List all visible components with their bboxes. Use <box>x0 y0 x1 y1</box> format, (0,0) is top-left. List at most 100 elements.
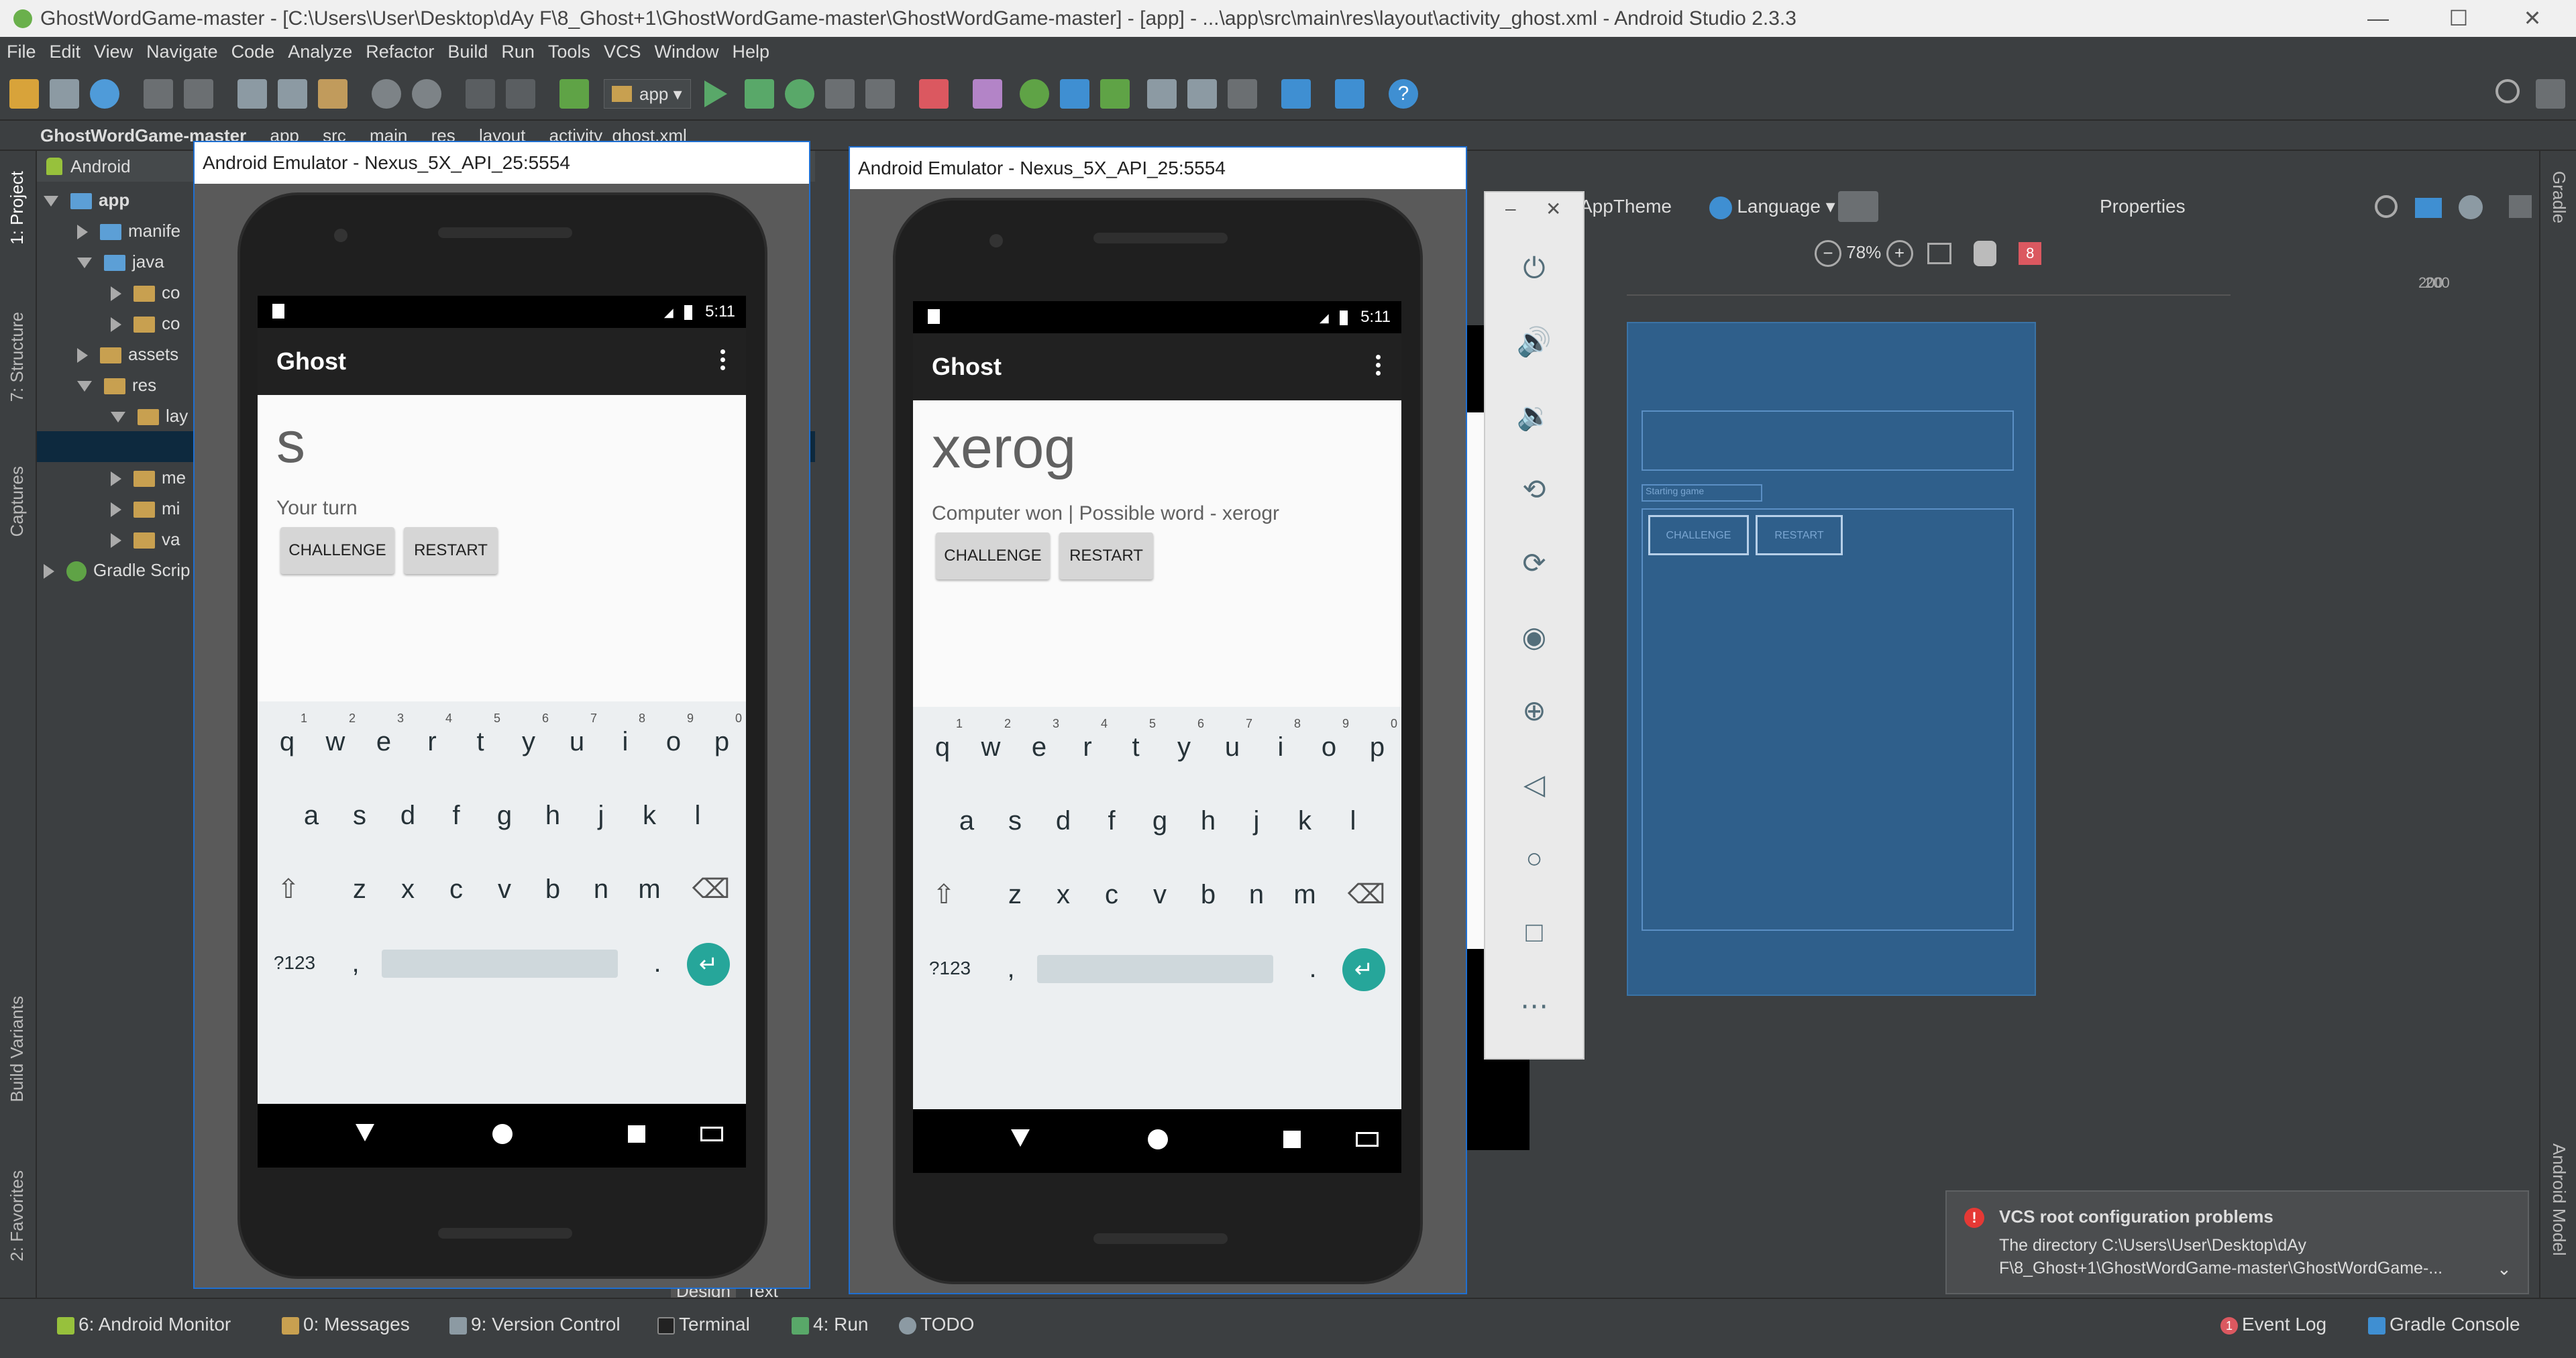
key-a[interactable]: a <box>287 782 335 849</box>
key-b[interactable]: b <box>1184 861 1232 928</box>
key-h[interactable]: h <box>1184 787 1232 854</box>
replace-icon[interactable] <box>412 79 441 109</box>
space-key[interactable] <box>1037 955 1273 983</box>
key-e[interactable]: e3 <box>360 708 408 775</box>
key-q[interactable]: q1 <box>263 708 311 775</box>
vcs-commit-icon[interactable] <box>1100 79 1130 109</box>
tree-node[interactable]: java <box>77 246 164 277</box>
tab-messages[interactable]: 0: Messages <box>282 1314 410 1335</box>
volume-up-icon[interactable]: 🔊 <box>1515 323 1553 361</box>
save-icon[interactable] <box>50 79 79 109</box>
key-w[interactable]: w2 <box>311 708 360 775</box>
tree-node[interactable]: Gradle Scrip <box>44 555 191 585</box>
pan-hand-icon[interactable] <box>1973 241 1996 267</box>
restart-button[interactable]: RESTART <box>1059 532 1153 579</box>
tree-node[interactable]: manife <box>77 215 180 246</box>
key-j[interactable]: j <box>1232 787 1281 854</box>
shift-key[interactable]: ⇧ <box>264 856 313 923</box>
device-orientation-icon[interactable] <box>1838 191 1878 222</box>
comma-key[interactable]: , <box>331 929 380 997</box>
attach-debugger-icon[interactable] <box>865 79 895 109</box>
menu-item[interactable]: View <box>87 37 140 67</box>
profile-icon[interactable] <box>825 79 855 109</box>
redo-icon[interactable] <box>184 79 213 109</box>
key-c[interactable]: c <box>1087 861 1136 928</box>
key-o[interactable]: o9 <box>1305 714 1353 781</box>
vcs-revert-icon[interactable] <box>1228 79 1257 109</box>
key-i[interactable]: i8 <box>1256 714 1305 781</box>
enter-key[interactable]: ↵ <box>687 943 730 986</box>
key-r[interactable]: r4 <box>1063 714 1112 781</box>
debug-icon[interactable] <box>785 79 814 109</box>
forward-icon[interactable] <box>506 79 535 109</box>
instant-run-icon[interactable] <box>745 79 774 109</box>
search-everywhere-icon[interactable] <box>2496 79 2520 103</box>
zoom-fit-icon[interactable] <box>1927 243 1951 265</box>
period-key[interactable]: . <box>633 929 682 997</box>
properties-search-icon[interactable] <box>2375 195 2398 218</box>
cut-icon[interactable] <box>237 79 267 109</box>
menu-item[interactable]: Refactor <box>359 37 441 67</box>
back-icon[interactable]: ◁ <box>1515 766 1553 803</box>
toolbar-overflow-icon[interactable] <box>2536 79 2565 109</box>
vcs-compare-icon[interactable] <box>1187 79 1217 109</box>
key-p[interactable]: p0 <box>698 708 746 775</box>
blueprint-status[interactable]: Starting game <box>1642 484 1762 502</box>
tab-gradle[interactable]: Gradle <box>2548 171 2569 223</box>
key-d[interactable]: d <box>384 782 432 849</box>
zoom-icon[interactable]: ⊕ <box>1515 692 1553 730</box>
key-v[interactable]: v <box>480 856 529 923</box>
tab-event-log[interactable]: 1 Event Log <box>2220 1314 2326 1335</box>
tab-build-variants[interactable]: Build Variants <box>7 996 28 1102</box>
make-project-icon[interactable] <box>559 79 589 109</box>
key-n[interactable]: n <box>1232 861 1281 928</box>
sdk-manager-icon[interactable] <box>1335 79 1364 109</box>
blueprint-restart-button[interactable]: RESTART <box>1756 515 1843 555</box>
menu-item[interactable]: File <box>0 37 43 67</box>
error-count-badge[interactable]: 8 <box>2019 242 2042 266</box>
gear-icon[interactable] <box>2459 195 2483 219</box>
power-icon[interactable]: ⏻ <box>1515 249 1553 287</box>
key-e[interactable]: e3 <box>1015 714 1063 781</box>
run-icon[interactable] <box>704 80 727 107</box>
period-key[interactable]: . <box>1289 935 1337 1002</box>
menu-item[interactable]: Run <box>494 37 541 67</box>
emulator-close-button[interactable]: ✕ <box>1546 198 1561 220</box>
nav-keyboard-icon[interactable] <box>700 1127 723 1141</box>
key-r[interactable]: r4 <box>408 708 456 775</box>
blueprint-challenge-button[interactable]: CHALLENGE <box>1648 515 1749 555</box>
sync-icon[interactable] <box>90 79 119 109</box>
avd-manager-icon[interactable] <box>973 79 1002 109</box>
nav-home-icon[interactable] <box>1148 1129 1168 1149</box>
camera-icon[interactable]: ◉ <box>1515 618 1553 656</box>
key-y[interactable]: y6 <box>1160 714 1208 781</box>
key-i[interactable]: i8 <box>601 708 649 775</box>
minimize-button[interactable]: — <box>2341 0 2415 37</box>
key-k[interactable]: k <box>625 782 674 849</box>
menu-item[interactable]: Window <box>647 37 725 67</box>
key-m[interactable]: m <box>1281 861 1329 928</box>
key-t[interactable]: t5 <box>1112 714 1160 781</box>
swap-view-icon[interactable] <box>2415 198 2442 218</box>
comma-key[interactable]: , <box>987 935 1035 1002</box>
menu-item[interactable]: Code <box>225 37 282 67</box>
nav-home-icon[interactable] <box>492 1124 513 1144</box>
nav-back-icon[interactable] <box>356 1124 374 1141</box>
find-icon[interactable] <box>372 79 401 109</box>
key-s[interactable]: s <box>991 787 1039 854</box>
hide-panel-icon[interactable] <box>2509 195 2532 218</box>
nav-recents-icon[interactable] <box>628 1125 645 1143</box>
expand-chevron-icon[interactable]: ⌄ <box>2497 1259 2512 1280</box>
tree-node[interactable]: co <box>111 277 180 308</box>
language-selector[interactable]: Language <box>1737 196 1821 217</box>
menu-item[interactable]: Navigate <box>140 37 225 67</box>
tab-todo[interactable]: TODO <box>899 1314 974 1335</box>
menu-item[interactable]: Help <box>726 37 777 67</box>
tab-structure[interactable]: 7: Structure <box>7 312 28 402</box>
help-icon[interactable]: ? <box>1389 79 1418 109</box>
tab-run[interactable]: 4: Run <box>792 1314 869 1335</box>
tab-terminal[interactable]: Terminal <box>657 1314 750 1335</box>
key-j[interactable]: j <box>577 782 625 849</box>
back-icon[interactable] <box>466 79 495 109</box>
challenge-button[interactable]: CHALLENGE <box>280 527 394 574</box>
